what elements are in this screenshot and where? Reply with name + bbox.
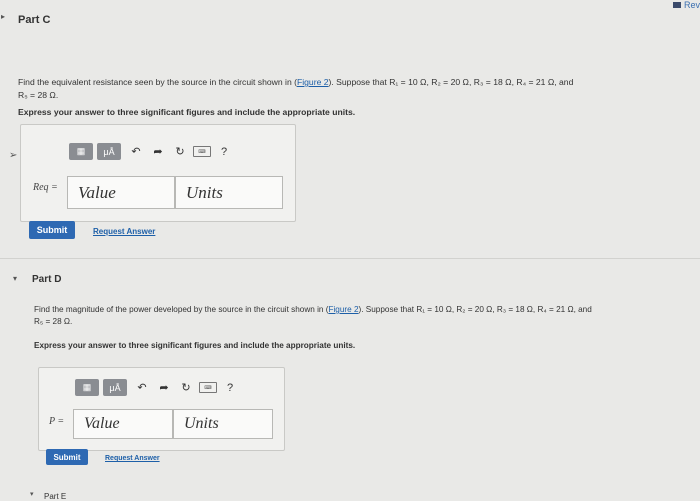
part-e-expand-icon[interactable]: ▾ [30, 490, 34, 498]
redo-icon[interactable]: ➦ [153, 379, 175, 396]
templates-button[interactable]: ▦ [75, 379, 99, 396]
units-button[interactable]: μÅ [103, 379, 127, 396]
value-input[interactable]: Value [67, 176, 175, 209]
templates-button[interactable]: ▦ [69, 143, 93, 160]
math-toolbar: ▦ μÅ ↶ ➦ ↻ ⌨ ? [75, 379, 241, 396]
part-d-title: Part D [32, 274, 62, 285]
keyboard-button[interactable]: ⌨ [197, 379, 219, 396]
keyboard-icon: ⌨ [199, 382, 217, 393]
mouse-cursor-icon: ➢ [9, 150, 18, 161]
problem-text: R₅ = 28 Ω. [18, 90, 59, 100]
section-divider [0, 258, 700, 259]
problem-text: Find the equivalent resistance seen by t… [18, 77, 297, 87]
part-c-request-answer-link[interactable]: Request Answer [93, 227, 155, 236]
problem-text: ). Suppose that R₁ = 10 Ω, R₂ = 20 Ω, R₃… [328, 77, 574, 87]
templates-icon: ▦ [82, 382, 92, 392]
problem-text: R₅ = 28 Ω. [34, 317, 73, 326]
keyboard-icon: ⌨ [193, 146, 211, 157]
review-icon [672, 2, 681, 8]
help-button[interactable]: ? [219, 379, 241, 396]
p-label: P = [49, 416, 65, 427]
help-button[interactable]: ? [213, 143, 235, 160]
problem-text: Find the magnitude of the power develope… [34, 305, 329, 314]
figure-2-link[interactable]: Figure 2 [297, 77, 329, 87]
figure-2-link[interactable]: Figure 2 [328, 305, 358, 314]
undo-icon[interactable]: ↶ [131, 379, 153, 396]
math-toolbar: ▦ μÅ ↶ ➦ ↻ ⌨ ? [69, 143, 235, 160]
part-c-submit-button[interactable]: Submit [29, 221, 75, 239]
part-d-request-answer-link[interactable]: Request Answer [105, 455, 160, 462]
part-c-title: Part C [18, 14, 51, 26]
part-e-title: Part E [44, 492, 67, 501]
part-d-submit-button[interactable]: Submit [46, 449, 88, 465]
undo-icon[interactable]: ↶ [125, 143, 147, 160]
part-c-instructions: Express your answer to three significant… [18, 107, 356, 117]
reset-icon[interactable]: ↻ [169, 143, 191, 160]
reset-icon[interactable]: ↻ [175, 379, 197, 396]
keyboard-button[interactable]: ⌨ [191, 143, 213, 160]
part-d-instructions: Express your answer to three significant… [34, 341, 356, 350]
value-input[interactable]: Value [73, 409, 173, 439]
units-button[interactable]: μÅ [97, 143, 121, 160]
part-c-problem: Find the equivalent resistance seen by t… [18, 76, 693, 102]
req-label: Req = [33, 182, 58, 193]
part-c-expand-icon[interactable]: ▸ [1, 12, 5, 21]
units-input[interactable]: Units [173, 409, 273, 439]
units-input[interactable]: Units [175, 176, 283, 209]
review-link[interactable]: Rev [672, 0, 700, 10]
part-d-problem: Find the magnitude of the power develope… [34, 304, 694, 328]
part-c-answer-box: ▦ μÅ ↶ ➦ ↻ ⌨ ? Req = Value Units [20, 124, 296, 222]
problem-text: ). Suppose that R₁ = 10 Ω, R₂ = 20 Ω, R₃… [358, 305, 592, 314]
review-link-label: Rev [683, 0, 700, 10]
part-d-answer-box: ▦ μÅ ↶ ➦ ↻ ⌨ ? P = Value Units [38, 367, 285, 451]
part-d-collapse-icon[interactable]: ▾ [13, 274, 17, 283]
templates-icon: ▦ [76, 146, 86, 156]
redo-icon[interactable]: ➦ [147, 143, 169, 160]
